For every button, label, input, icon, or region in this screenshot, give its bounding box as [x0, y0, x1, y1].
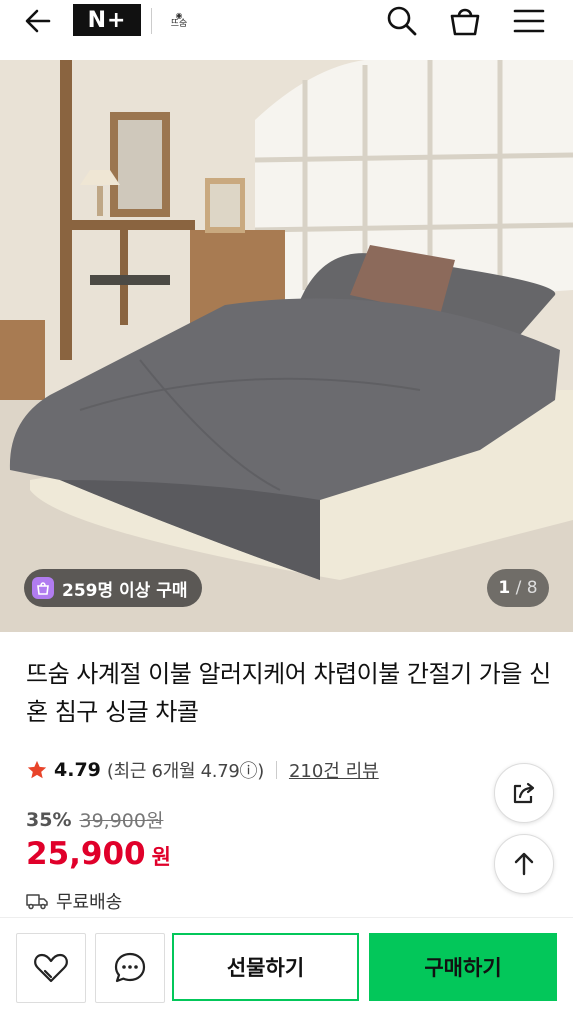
shipping-info: 무료배송 — [26, 888, 122, 914]
shopping-bag-icon — [450, 8, 480, 36]
image-counter: 1 / 8 — [487, 569, 549, 607]
brand-name: 뜨숨 — [170, 19, 188, 30]
currency-unit: 원 — [151, 845, 171, 869]
shipping-text: 무료배송 — [56, 892, 123, 913]
recent-rating[interactable]: (최근 6개월 4.79ⓘ) — [107, 757, 264, 783]
image-index: 1 — [498, 578, 511, 598]
rating-divider — [275, 761, 277, 779]
back-arrow-icon — [25, 9, 51, 33]
brand-logo[interactable]: ◉ 뜨숨 — [164, 6, 194, 36]
menu-icon — [513, 9, 545, 33]
cart-button[interactable] — [445, 0, 485, 51]
menu-button[interactable] — [508, 0, 550, 51]
naver-plus-logo[interactable]: N+ — [73, 4, 141, 36]
talk-button[interactable] — [95, 933, 165, 1003]
search-button[interactable] — [382, 0, 422, 51]
top-header: N+ ◉ 뜨숨 — [0, 0, 573, 60]
buy-button[interactable]: 구매하기 — [369, 933, 557, 1001]
purchase-count-badge: 259명 이상 구매 — [24, 569, 202, 607]
product-photo — [0, 60, 573, 632]
star-icon — [27, 760, 47, 779]
chat-bubble-icon — [114, 952, 146, 983]
share-icon — [513, 782, 535, 804]
search-icon — [387, 6, 417, 36]
review-count-link[interactable]: 210건 리뷰 — [289, 757, 379, 783]
wishlist-button[interactable] — [16, 933, 86, 1003]
shopping-badge-icon — [32, 577, 54, 599]
original-price: 39,900원 — [79, 810, 164, 832]
purchase-count-text: 259명 이상 구매 — [62, 580, 188, 601]
back-button[interactable] — [18, 0, 58, 51]
heart-icon — [34, 953, 68, 983]
scroll-top-button[interactable] — [494, 834, 554, 894]
image-total: 8 — [526, 578, 538, 598]
rating-score: 4.79 — [54, 759, 101, 781]
product-image-carousel[interactable]: 259명 이상 구매 1 / 8 — [0, 60, 573, 632]
sale-price-row: 25,900 원 — [26, 836, 171, 872]
arrow-up-icon — [514, 852, 534, 876]
original-price-row: 35% 39,900원 — [26, 806, 163, 833]
delivery-truck-icon — [26, 894, 48, 910]
rating-row: 4.79 (최근 6개월 4.79ⓘ) 210건 리뷰 — [26, 755, 379, 785]
discount-rate: 35% — [26, 808, 72, 831]
logo-divider — [151, 8, 152, 34]
gift-button[interactable]: 선물하기 — [172, 933, 359, 1001]
bottom-action-bar: 선물하기 구매하기 — [0, 917, 573, 1025]
share-button[interactable] — [494, 763, 554, 823]
product-title: 뜨숨 사계절 이불 알러지케어 차렵이불 간절기 가을 신혼 침구 싱글 차콜 — [26, 660, 551, 726]
sale-price: 25,900 — [26, 836, 146, 872]
